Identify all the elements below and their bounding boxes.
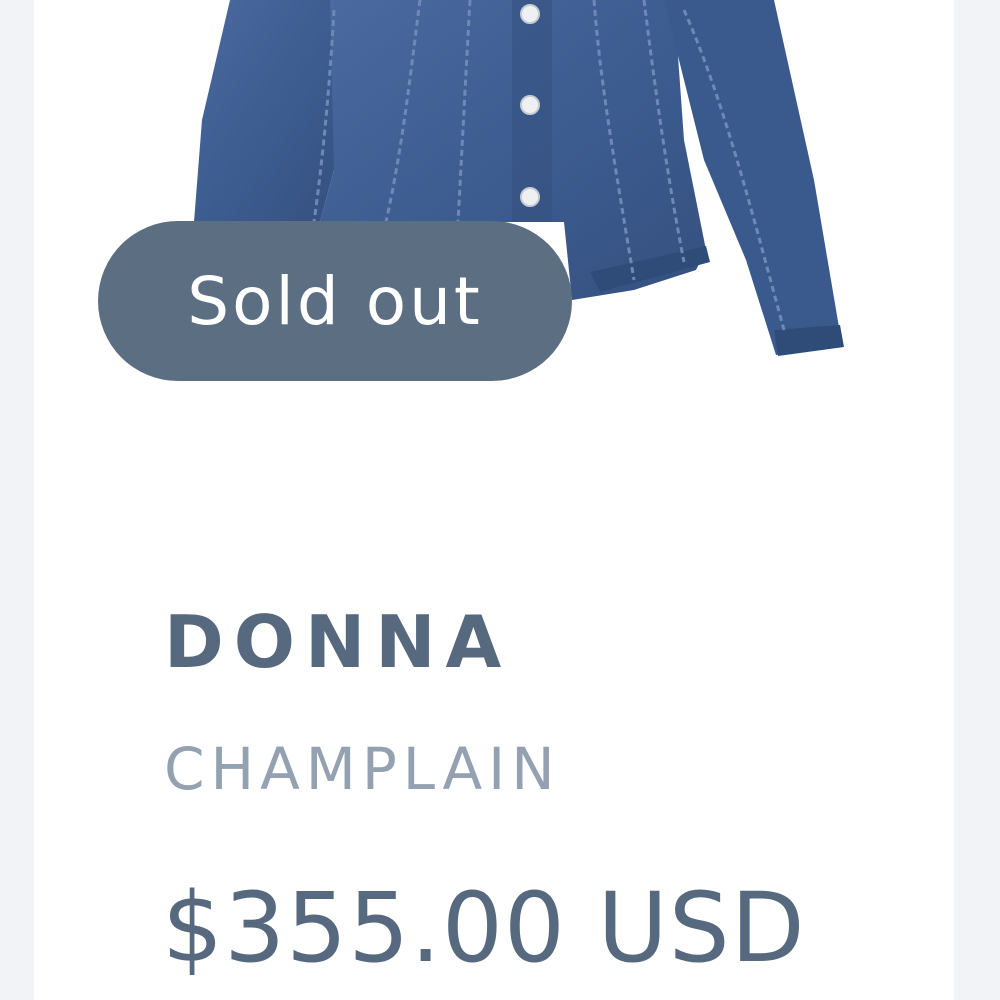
product-brand: DONNA <box>164 600 512 684</box>
sold-out-badge: Sold out <box>98 221 572 381</box>
product-price: $355.00 USD <box>162 872 806 984</box>
product-name[interactable]: CHAMPLAIN <box>164 735 561 803</box>
product-card[interactable]: Sold out DONNA CHAMPLAIN $355.00 USD <box>34 0 954 1000</box>
